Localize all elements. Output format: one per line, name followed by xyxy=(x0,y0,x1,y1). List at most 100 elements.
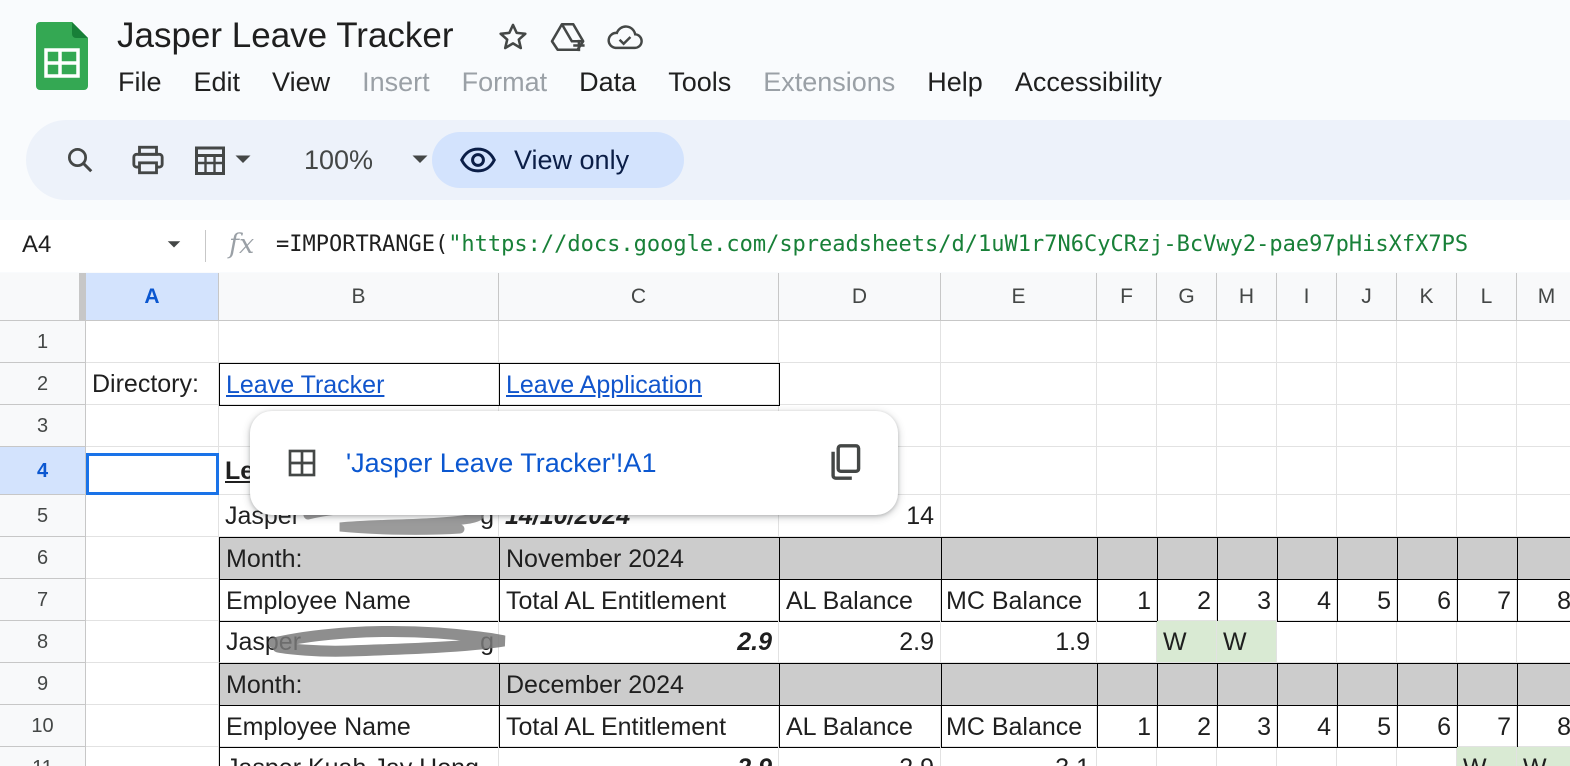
row-header-1[interactable]: 1 xyxy=(0,321,86,363)
column-header-h[interactable]: H xyxy=(1217,273,1277,321)
row-header-8[interactable]: 8 xyxy=(0,621,86,663)
column-header-l[interactable]: L xyxy=(1457,273,1517,321)
column-header-a[interactable]: A xyxy=(86,273,219,321)
print-button[interactable] xyxy=(124,134,172,186)
row-header-11[interactable]: 11 xyxy=(0,747,86,766)
cell-i7[interactable]: 4 xyxy=(1277,579,1338,622)
cell-c8[interactable]: 2.9 xyxy=(499,621,779,663)
menu-file[interactable]: File xyxy=(102,62,178,102)
star-icon[interactable] xyxy=(494,18,532,56)
column-header-g[interactable]: G xyxy=(1157,273,1217,321)
cell-g10[interactable]: 2 xyxy=(1157,705,1218,748)
cell-b7[interactable]: Employee Name xyxy=(219,579,500,622)
cell-b10[interactable]: Employee Name xyxy=(219,705,500,748)
name-box[interactable]: A4 xyxy=(22,220,51,270)
cell-a2[interactable]: Directory: xyxy=(86,363,219,405)
cell-l11[interactable]: W xyxy=(1457,747,1517,766)
row-header-9[interactable]: 9 xyxy=(0,663,86,705)
cell-e11[interactable]: 3.1 xyxy=(941,747,1097,766)
cell-h10[interactable]: 3 xyxy=(1217,705,1278,748)
formula-input[interactable]: =IMPORTRANGE("https://docs.google.com/sp… xyxy=(276,220,1468,270)
cell-g7[interactable]: 2 xyxy=(1157,579,1218,622)
cell-c2-link[interactable]: Leave Application xyxy=(499,363,780,406)
cell-b9[interactable]: Month: xyxy=(219,663,500,706)
cell-i9[interactable] xyxy=(1277,663,1338,706)
cell-c9[interactable]: December 2024 xyxy=(499,663,780,706)
filter-view-button[interactable] xyxy=(186,134,258,186)
cell-g6[interactable] xyxy=(1157,537,1218,580)
cell-j10[interactable]: 5 xyxy=(1337,705,1398,748)
cell-f9[interactable] xyxy=(1097,663,1158,706)
cell-d7[interactable]: AL Balance xyxy=(779,579,942,622)
row-header-6[interactable]: 6 xyxy=(0,537,86,579)
column-header-i[interactable]: I xyxy=(1277,273,1337,321)
cell-l10[interactable]: 7 xyxy=(1457,705,1518,748)
document-title[interactable]: Jasper Leave Tracker xyxy=(117,14,454,58)
cell-b2-link[interactable]: Leave Tracker xyxy=(219,363,500,406)
column-header-d[interactable]: D xyxy=(779,273,941,321)
cell-j6[interactable] xyxy=(1337,537,1398,580)
chevron-down-icon[interactable] xyxy=(166,240,182,250)
row-header-5[interactable]: 5 xyxy=(0,495,86,537)
menu-data[interactable]: Data xyxy=(563,62,652,102)
cell-i10[interactable]: 4 xyxy=(1277,705,1338,748)
cell-d11[interactable]: 2.9 xyxy=(779,747,941,766)
cell-d6[interactable] xyxy=(779,537,942,580)
menu-help[interactable]: Help xyxy=(911,62,999,102)
link-preview-text[interactable]: 'Jasper Leave Tracker'!A1 xyxy=(346,411,656,515)
copy-icon[interactable] xyxy=(828,443,862,481)
cell-d8[interactable]: 2.9 xyxy=(779,621,941,663)
menu-edit[interactable]: Edit xyxy=(178,62,257,102)
column-header-j[interactable]: J xyxy=(1337,273,1397,321)
cell-k9[interactable] xyxy=(1397,663,1458,706)
search-menus-button[interactable] xyxy=(56,134,104,186)
column-header-e[interactable]: E xyxy=(941,273,1097,321)
menu-accessibility[interactable]: Accessibility xyxy=(999,62,1178,102)
row-header-4[interactable]: 4 xyxy=(0,447,86,495)
column-header-c[interactable]: C xyxy=(499,273,779,321)
column-header-f[interactable]: F xyxy=(1097,273,1157,321)
select-all-corner[interactable] xyxy=(0,273,86,321)
cell-f6[interactable] xyxy=(1097,537,1158,580)
selected-cell-a4[interactable] xyxy=(86,453,219,495)
cell-i6[interactable] xyxy=(1277,537,1338,580)
cell-b11[interactable]: Jasper Kuah Jay Hong xyxy=(219,747,499,766)
cell-c7[interactable]: Total AL Entitlement xyxy=(499,579,780,622)
cloud-saved-icon[interactable] xyxy=(606,18,644,56)
zoom-select[interactable]: 100% xyxy=(304,134,429,186)
cell-g8[interactable]: W xyxy=(1157,621,1217,663)
cell-m9[interactable] xyxy=(1517,663,1570,706)
cell-h8[interactable]: W xyxy=(1217,621,1277,663)
cell-m10[interactable]: 8 xyxy=(1517,705,1570,748)
cell-h6[interactable] xyxy=(1217,537,1278,580)
cell-c10[interactable]: Total AL Entitlement xyxy=(499,705,780,748)
cell-l6[interactable] xyxy=(1457,537,1518,580)
cell-j7[interactable]: 5 xyxy=(1337,579,1398,622)
cell-k6[interactable] xyxy=(1397,537,1458,580)
cell-l7[interactable]: 7 xyxy=(1457,579,1518,622)
row-header-7[interactable]: 7 xyxy=(0,579,86,621)
view-only-button[interactable]: View only xyxy=(432,132,684,188)
cell-m11[interactable]: W xyxy=(1517,747,1570,766)
column-header-b[interactable]: B xyxy=(219,273,499,321)
cell-e8[interactable]: 1.9 xyxy=(941,621,1097,663)
cell-h9[interactable] xyxy=(1217,663,1278,706)
cell-m7[interactable]: 8 xyxy=(1517,579,1570,622)
cell-c11[interactable]: 2.9 xyxy=(499,747,779,766)
cell-h7[interactable]: 3 xyxy=(1217,579,1278,622)
menu-tools[interactable]: Tools xyxy=(652,62,747,102)
move-to-drive-icon[interactable] xyxy=(550,18,588,56)
cell-e10[interactable]: MC Balance xyxy=(941,705,1098,748)
cell-m6[interactable] xyxy=(1517,537,1570,580)
column-header-m[interactable]: M xyxy=(1517,273,1570,321)
cell-d10[interactable]: AL Balance xyxy=(779,705,942,748)
cell-k7[interactable]: 6 xyxy=(1397,579,1458,622)
cell-k10[interactable]: 6 xyxy=(1397,705,1458,748)
sheets-logo-icon[interactable] xyxy=(36,22,88,90)
cell-b8[interactable]: Jasper g xyxy=(219,621,499,663)
row-header-3[interactable]: 3 xyxy=(0,405,86,447)
cell-f7[interactable]: 1 xyxy=(1097,579,1158,622)
cell-f10[interactable]: 1 xyxy=(1097,705,1158,748)
cell-j9[interactable] xyxy=(1337,663,1398,706)
cell-d9[interactable] xyxy=(779,663,942,706)
